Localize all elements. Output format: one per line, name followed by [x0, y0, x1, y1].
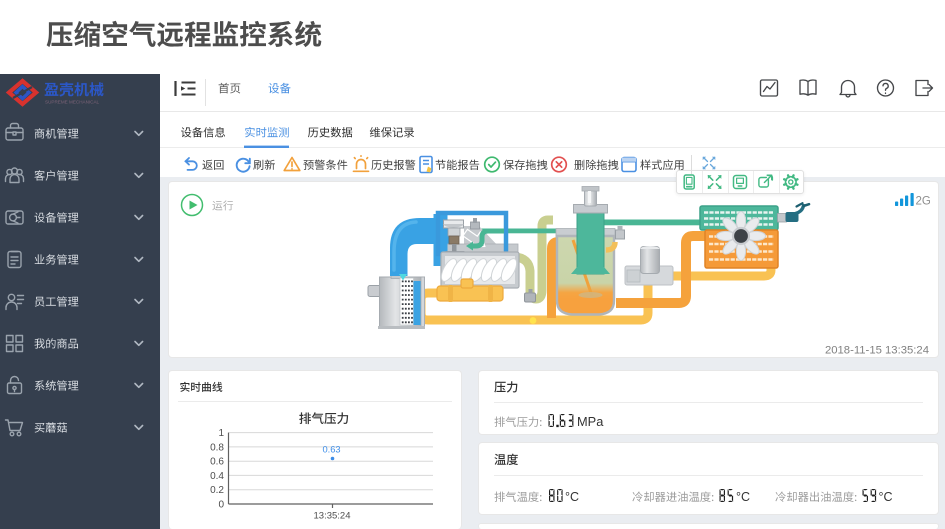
svg-text:0.6: 0.6 [210, 457, 224, 468]
svg-text:1: 1 [218, 428, 224, 439]
svg-text:SUPREME MECHANICAL: SUPREME MECHANICAL [45, 100, 100, 105]
svg-text:°C: °C [736, 490, 750, 504]
svg-text:13:35:24: 13:35:24 [314, 511, 351, 522]
svg-text:0.63: 0.63 [322, 445, 340, 455]
svg-text:°C: °C [879, 490, 893, 504]
svg-text:2018-11-15 13:35:24: 2018-11-15 13:35:24 [825, 345, 929, 357]
svg-text:MPa: MPa [577, 414, 604, 429]
svg-text:0: 0 [218, 500, 224, 511]
svg-text:2G: 2G [916, 196, 931, 208]
svg-text:0.2: 0.2 [210, 485, 224, 496]
svg-text:°C: °C [565, 490, 579, 504]
svg-text:0.8: 0.8 [210, 442, 224, 453]
svg-text:0.4: 0.4 [210, 471, 224, 482]
